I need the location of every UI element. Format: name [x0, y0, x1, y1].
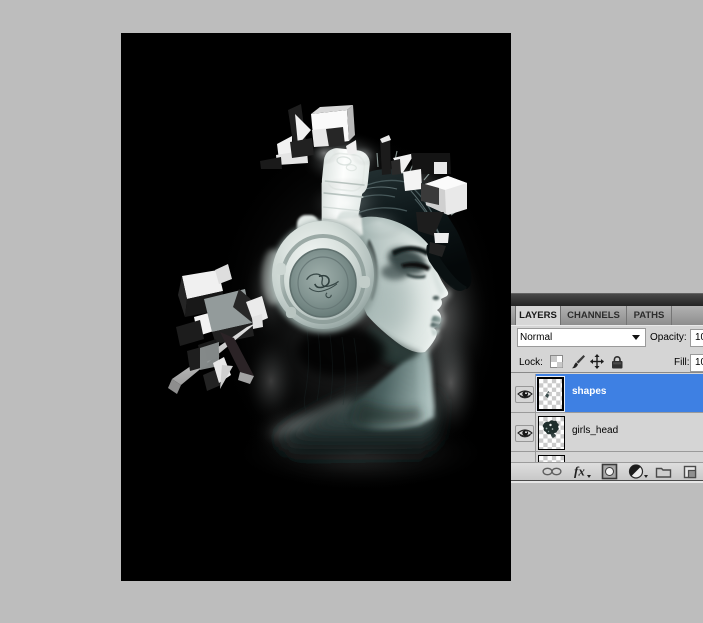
svg-text:fx: fx: [574, 464, 585, 479]
